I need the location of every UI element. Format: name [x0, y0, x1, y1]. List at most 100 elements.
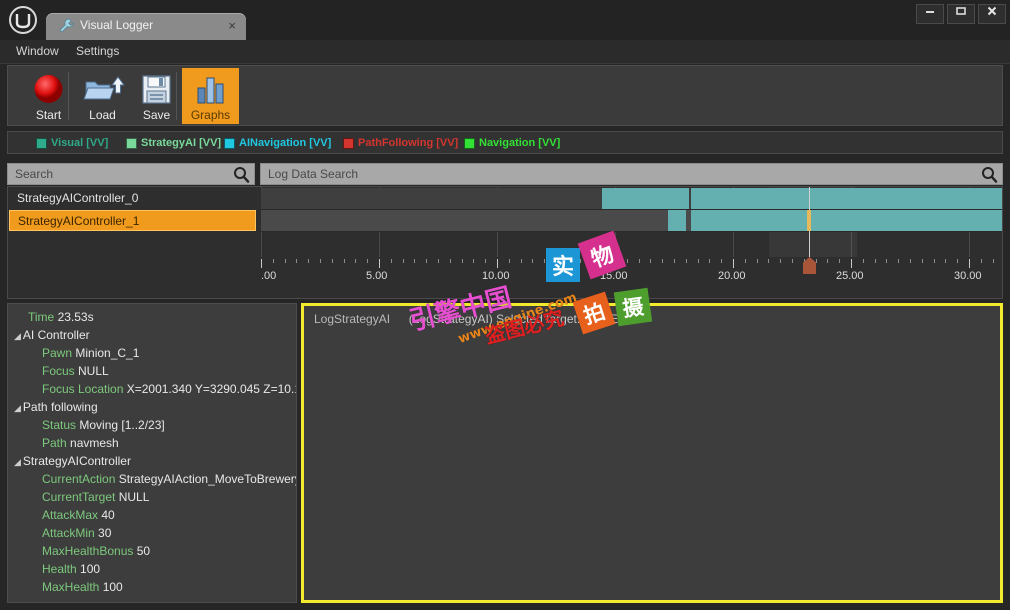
timeline-panel[interactable]: StrategyAIController_0 StrategyAIControl…	[7, 186, 1003, 299]
details-group-header[interactable]: ◢ AI Controller	[14, 326, 90, 344]
color-swatch-icon	[126, 137, 137, 149]
ruler-tick-label: 15.00	[600, 270, 628, 282]
color-swatch-icon	[464, 137, 475, 149]
filter-chip-pathfollowing[interactable]: PathFollowing [VV]	[343, 135, 458, 151]
close-icon[interactable]: ×	[228, 18, 236, 33]
ruler-minor-tick	[698, 259, 699, 263]
details-row: CurrentAction StrategyAIAction_MoveToBre…	[42, 470, 296, 488]
timeline-segment[interactable]	[602, 188, 689, 209]
details-row: Path navmesh	[42, 434, 119, 452]
details-key: CurrentTarget	[42, 490, 119, 504]
ruler-major-tick	[851, 259, 852, 268]
window-controls	[916, 4, 1006, 24]
details-group-header[interactable]: ◢ StrategyAIController	[14, 452, 131, 470]
details-key: Pawn	[42, 346, 76, 360]
search-icon	[981, 166, 998, 183]
filter-chip-strategyai[interactable]: StrategyAI [VV]	[126, 135, 221, 151]
ruler-minor-tick	[403, 259, 404, 263]
details-key: Focus	[42, 364, 79, 378]
ruler-tick-label: .00	[261, 270, 277, 282]
graphs-button[interactable]: Graphs	[182, 68, 239, 124]
ruler-minor-tick	[993, 259, 994, 263]
details-value: NULL	[78, 364, 109, 378]
details-panel[interactable]: Time 23.53s ◢ AI Controller Pawn Minion_C_1…	[7, 303, 297, 603]
details-row: Focus Location X=2001.340 Y=3290.045 Z=1…	[42, 380, 296, 398]
start-button[interactable]: Start	[20, 68, 77, 124]
expand-arrow-icon[interactable]: ◢	[14, 403, 21, 413]
filter-chip-navigation[interactable]: Navigation [VV]	[464, 135, 560, 151]
details-key: AttackMin	[42, 526, 99, 540]
ruler-minor-tick	[721, 259, 722, 263]
details-row: MaxHealthBonus 50	[42, 542, 150, 560]
maximize-button[interactable]	[947, 4, 975, 24]
details-value: 100	[80, 562, 101, 576]
expand-arrow-icon[interactable]: ◢	[14, 457, 21, 467]
filter-chip-visual[interactable]: Visual [VV]	[36, 135, 108, 151]
ruler-tick-label: 20.00	[718, 270, 746, 282]
menu-item-window[interactable]: Window	[16, 44, 59, 58]
details-value: 40	[101, 508, 115, 522]
start-button-label: Start	[35, 108, 62, 122]
details-row: Status Moving [1..2/23]	[42, 416, 165, 434]
log-entry-row[interactable]: LogStrategyAI (LogStrategyAI) Selected t…	[314, 312, 618, 326]
details-group-header[interactable]: ◢ Path following	[14, 398, 98, 416]
ruler-minor-tick	[674, 259, 675, 263]
save-button[interactable]: Save	[128, 68, 185, 124]
ruler-minor-tick	[898, 259, 899, 263]
wrench-icon	[58, 18, 74, 34]
ruler-minor-tick	[662, 259, 663, 263]
load-button[interactable]: Load	[74, 68, 131, 124]
details-value: 30	[98, 526, 112, 540]
ruler-minor-tick	[344, 259, 345, 263]
ruler-minor-tick	[945, 259, 946, 263]
minimize-icon	[926, 11, 934, 13]
open-folder-icon	[74, 72, 131, 106]
close-button[interactable]	[978, 4, 1006, 24]
details-row: Time 23.53s	[28, 308, 94, 326]
ruler-minor-tick	[639, 259, 640, 263]
timeline-row-label-strategyaicontroller-0[interactable]: StrategyAIController_0	[9, 188, 258, 209]
search-input[interactable]: Search	[7, 163, 255, 185]
timeline-segment[interactable]	[691, 188, 1002, 209]
ruler-minor-tick	[863, 259, 864, 263]
log-output-panel[interactable]: LogStrategyAI (LogStrategyAI) Selected t…	[301, 303, 1003, 603]
ruler-minor-tick	[426, 259, 427, 263]
details-value: navmesh	[70, 436, 119, 450]
ruler-minor-tick	[391, 259, 392, 263]
ruler-minor-tick	[886, 259, 887, 263]
menu-item-settings[interactable]: Settings	[76, 44, 119, 58]
log-category-label: LogStrategyAI	[314, 312, 391, 326]
ruler-minor-tick	[462, 259, 463, 263]
ruler-minor-tick	[320, 259, 321, 263]
timeline-track-strategyaicontroller-0[interactable]	[261, 188, 1002, 210]
log-data-search-input[interactable]: Log Data Search	[260, 163, 1003, 185]
expand-arrow-icon[interactable]: ◢	[14, 331, 21, 341]
ruler-minor-tick	[709, 259, 710, 263]
document-tab-visual-logger[interactable]: Visual Logger ×	[46, 13, 246, 40]
details-value: 50	[136, 544, 151, 558]
ruler-minor-tick	[686, 259, 687, 263]
filter-chip-label: Visual [VV]	[51, 137, 109, 149]
ruler-major-tick	[733, 259, 734, 268]
ruler-minor-tick	[981, 259, 982, 263]
ruler-tick-label: 30.00	[954, 270, 982, 282]
timeline-track-strategyaicontroller-1[interactable]	[261, 210, 1002, 232]
ruler-minor-tick	[910, 259, 911, 263]
details-value: Minion_C_1	[75, 346, 140, 360]
load-button-label: Load	[89, 108, 116, 122]
timeline-row-label-strategyaicontroller-1[interactable]: StrategyAIController_1	[9, 210, 256, 231]
ruler-minor-tick	[757, 259, 758, 263]
timeline-ruler[interactable]: .00 5.00 10.00 15.00 20.00 25.00 30.00	[261, 257, 1002, 298]
ruler-minor-tick	[473, 259, 474, 263]
timeline-segment[interactable]	[691, 210, 1002, 231]
details-value: 100	[102, 580, 123, 594]
details-key: Path	[42, 436, 71, 450]
ruler-minor-tick	[768, 259, 769, 263]
ruler-minor-tick	[438, 259, 439, 263]
ruler-minor-tick	[780, 259, 781, 263]
minimize-button[interactable]	[916, 4, 944, 24]
timeline-segment[interactable]	[668, 210, 686, 231]
filter-chip-label: AINavigation [VV]	[239, 137, 332, 149]
log-message-text: (LogStrategyAI) Selected target: NONE	[408, 312, 619, 326]
filter-chip-ainavigation[interactable]: AINavigation [VV]	[224, 135, 331, 151]
